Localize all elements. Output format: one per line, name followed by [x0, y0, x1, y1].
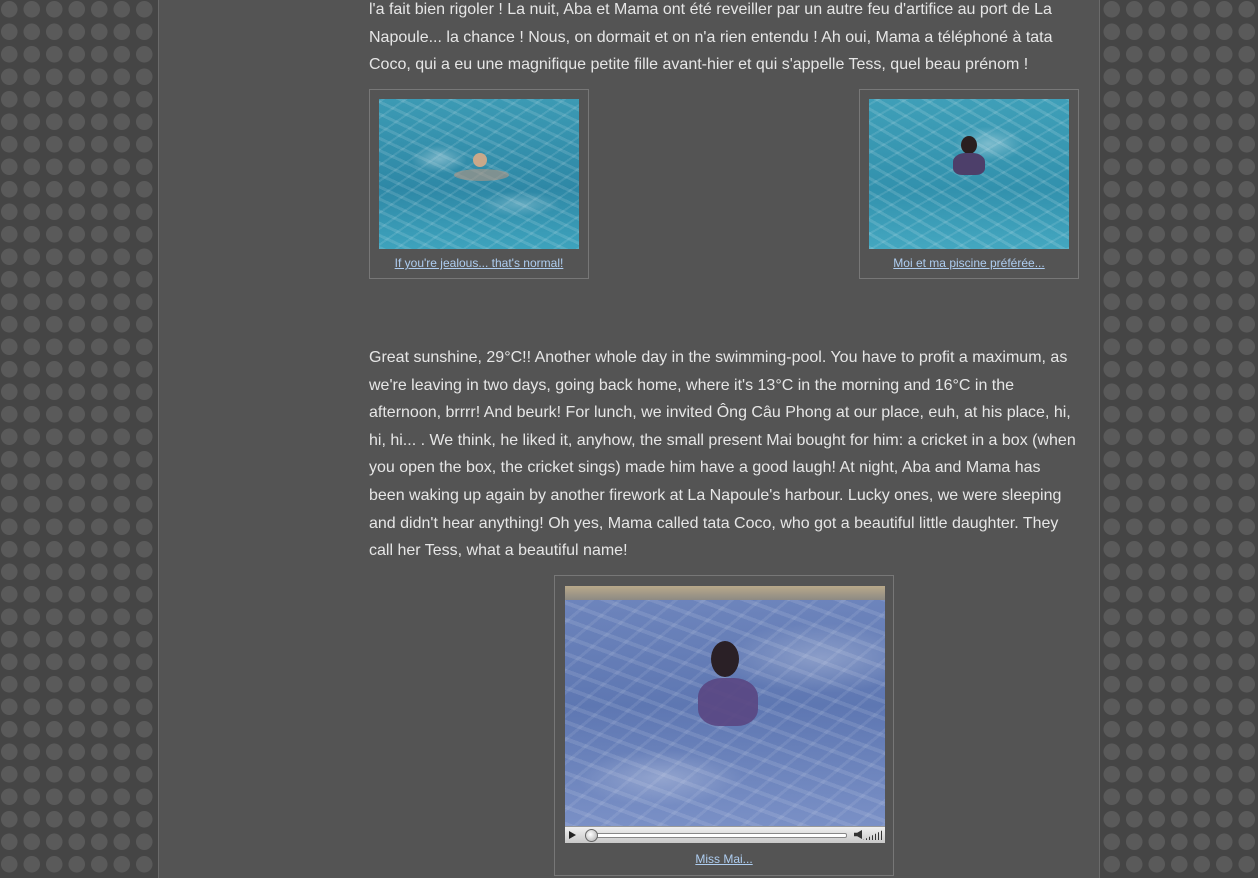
video-controls — [565, 826, 885, 843]
swimmer-body — [454, 169, 509, 181]
post-paragraph-fr: l'a fait bien rigoler ! La nuit, Aba et … — [369, 1, 1053, 74]
video-player[interactable] — [565, 586, 885, 826]
seek-bar[interactable] — [587, 833, 847, 838]
girl-head — [961, 136, 977, 154]
photo-frame-right: Moi et ma piscine préférée... — [859, 89, 1079, 279]
pool-photo-right[interactable] — [869, 99, 1069, 249]
photo-frame-left: If you're jealous... that's normal! — [369, 89, 589, 279]
girl-body — [953, 153, 985, 175]
play-icon[interactable] — [569, 831, 576, 839]
pool-edge — [565, 586, 885, 600]
video-caption[interactable]: Miss Mai... — [555, 852, 893, 866]
girl-body-video — [698, 678, 758, 726]
post-paragraph-en: Great sunshine, 29°C!! Another whole day… — [369, 349, 1076, 560]
volume-slider[interactable] — [863, 830, 883, 840]
video-frame: Miss Mai... — [554, 575, 894, 876]
pool-photo-left[interactable] — [379, 99, 579, 249]
swimmer-figure — [473, 153, 487, 167]
seek-knob[interactable] — [585, 829, 598, 842]
photo-caption-left[interactable]: If you're jealous... that's normal! — [370, 256, 588, 270]
volume-icon[interactable] — [854, 830, 862, 839]
girl-head-video — [711, 641, 739, 677]
photo-caption-right[interactable]: Moi et ma piscine préférée... — [860, 256, 1078, 270]
